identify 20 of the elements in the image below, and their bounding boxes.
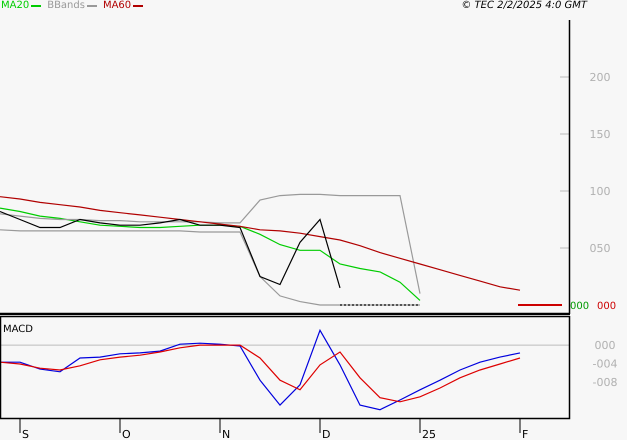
axis-label: O	[122, 428, 131, 440]
chart-title: MACD	[3, 324, 33, 335]
legend-label: MA60	[102, 0, 132, 12]
last-value-label: 000	[597, 301, 616, 312]
axis-label: D	[322, 428, 330, 440]
axis-label: N	[222, 428, 230, 440]
last-value-label: 000	[570, 301, 590, 312]
axis-label: S	[22, 428, 29, 440]
axis-label: 150	[590, 128, 610, 141]
axis-label: -008	[592, 376, 618, 389]
legend-label: BBands	[47, 0, 85, 12]
legend-label: MA20	[1, 0, 30, 12]
axis-label: -004	[592, 358, 618, 371]
copyright-text: © TEC 2/2/2025 4:0 GMT	[461, 0, 587, 12]
axis-label: 000	[594, 339, 616, 352]
axis-label: 100	[590, 185, 610, 198]
axis-label: 050	[590, 242, 610, 255]
axis-label: 200	[590, 71, 610, 84]
axis-label: 25	[422, 428, 436, 440]
axis-label: F	[522, 428, 528, 440]
